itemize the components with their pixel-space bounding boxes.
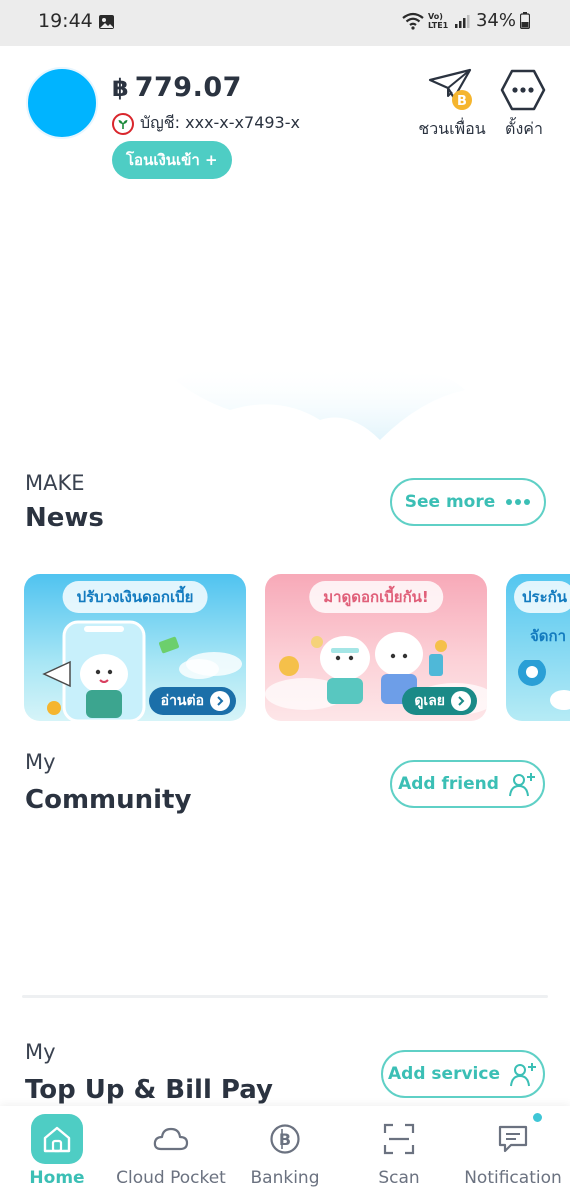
news-card-interest-rates[interactable]: มาดูดอกเบี้ยกัน! ดูเลย bbox=[265, 574, 487, 721]
cloud-icon bbox=[145, 1114, 197, 1164]
paper-plane-coin-icon: B bbox=[428, 68, 472, 110]
add-friend-label: Add friend bbox=[398, 774, 499, 794]
invite-friend-button[interactable]: B ชวนเพื่อน bbox=[412, 68, 492, 142]
add-friend-button[interactable]: Add friend bbox=[390, 760, 545, 808]
news-card-tag: ประกัน bbox=[514, 581, 570, 613]
add-service-label: Add service bbox=[388, 1064, 500, 1084]
news-card-subtitle: จัดกา bbox=[530, 627, 567, 645]
add-service-button[interactable]: Add service bbox=[381, 1050, 545, 1098]
image-notification-icon bbox=[99, 15, 114, 29]
chevron-right-icon bbox=[451, 691, 471, 711]
bank-logo-icon bbox=[112, 112, 134, 135]
news-card-tag: มาดูดอกเบี้ยกัน! bbox=[309, 581, 443, 613]
community-kicker: My bbox=[25, 750, 56, 774]
section-divider bbox=[22, 995, 548, 998]
avatar[interactable] bbox=[26, 67, 98, 139]
nav-home-label: Home bbox=[29, 1168, 85, 1188]
nav-cloud-pocket-label: Cloud Pocket bbox=[116, 1168, 226, 1188]
svg-text:B: B bbox=[457, 94, 467, 109]
read-more-label: อ่านต่อ bbox=[160, 693, 204, 709]
wifi-icon bbox=[402, 12, 424, 30]
status-time: 19:44 bbox=[38, 10, 93, 32]
nav-banking-label: Banking bbox=[250, 1168, 320, 1188]
nav-scan[interactable]: Scan bbox=[342, 1106, 456, 1200]
nav-home[interactable]: Home bbox=[0, 1106, 114, 1200]
nav-banking[interactable]: B Banking bbox=[228, 1106, 342, 1200]
read-more-button[interactable]: อ่านต่อ bbox=[148, 687, 236, 715]
nav-notification[interactable]: Notification bbox=[456, 1106, 570, 1200]
topup-kicker: My bbox=[25, 1040, 56, 1064]
account-number: บัญชี: xxx-x-x7493-x bbox=[140, 113, 300, 132]
view-now-label: ดูเลย bbox=[414, 693, 445, 709]
flower-badge-icon bbox=[518, 660, 570, 710]
battery-icon bbox=[520, 12, 530, 29]
baht-coin-icon: B bbox=[259, 1114, 311, 1164]
nav-notification-label: Notification bbox=[464, 1168, 562, 1188]
more-dots-icon bbox=[506, 499, 531, 505]
battery-percent: 34% bbox=[475, 10, 516, 31]
nav-cloud-pocket[interactable]: Cloud Pocket bbox=[114, 1106, 228, 1200]
topup-title: Top Up & Bill Pay bbox=[25, 1075, 273, 1105]
chevron-right-icon bbox=[210, 691, 230, 711]
status-bar: 19:44 Vo) LTE1 34% bbox=[0, 0, 570, 46]
news-kicker: MAKE bbox=[25, 471, 85, 495]
signal-icon bbox=[454, 14, 470, 28]
bottom-navigation: Home Cloud Pocket B Banking Scan Notific… bbox=[0, 1106, 570, 1200]
currency-symbol: ฿ bbox=[112, 74, 129, 102]
settings-label: ตั้งค่า bbox=[505, 119, 543, 138]
view-now-button[interactable]: ดูเลย bbox=[402, 687, 477, 715]
news-card-insurance[interactable]: ประกัน จัดกา bbox=[506, 574, 570, 721]
community-title: Community bbox=[25, 785, 192, 815]
home-icon bbox=[31, 1114, 83, 1164]
add-person-icon bbox=[508, 773, 535, 797]
see-more-button[interactable]: See more bbox=[390, 478, 546, 526]
news-title: News bbox=[25, 503, 104, 533]
deposit-button[interactable]: โอนเงินเข้า + bbox=[112, 141, 232, 179]
chat-bubble-icon bbox=[487, 1114, 539, 1164]
more-hexagon-icon bbox=[500, 69, 546, 111]
see-more-label: See more bbox=[404, 492, 496, 512]
invite-friend-label: ชวนเพื่อน bbox=[418, 119, 486, 138]
notification-badge bbox=[531, 1111, 544, 1124]
news-card-interest-adjust[interactable]: ปรับวงเงินดอกเบี้ย อ่านต่อ bbox=[24, 574, 246, 721]
status-indicators: Vo) LTE1 34% bbox=[402, 10, 530, 31]
news-card-tag: ปรับวงเงินดอกเบี้ย bbox=[62, 581, 208, 613]
cloud-decoration bbox=[175, 365, 465, 440]
nav-scan-label: Scan bbox=[378, 1168, 420, 1188]
network-type-label: Vo) LTE1 bbox=[427, 11, 449, 30]
svg-text:B: B bbox=[279, 1130, 291, 1149]
scan-icon bbox=[373, 1114, 425, 1164]
balance-display: ฿ 779.07 bbox=[112, 72, 242, 103]
account-info: บัญชี: xxx-x-x7493-x bbox=[112, 111, 300, 136]
balance-value: 779.07 bbox=[134, 72, 242, 103]
add-person-icon bbox=[509, 1063, 536, 1087]
settings-button[interactable]: ตั้งค่า bbox=[498, 68, 550, 142]
